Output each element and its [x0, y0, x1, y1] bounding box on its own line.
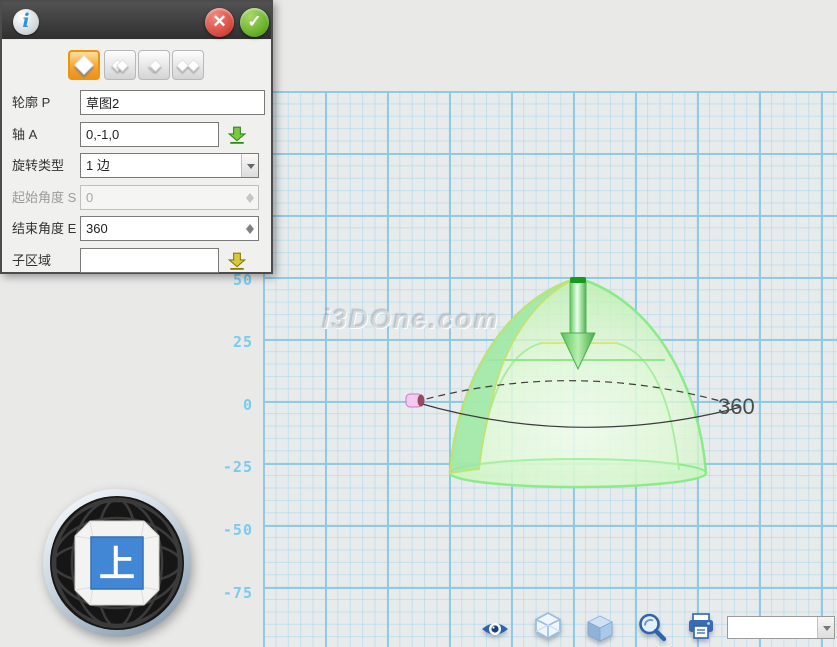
shaded-cube-icon[interactable]	[585, 613, 615, 643]
chevron-down-icon[interactable]	[817, 617, 834, 638]
view-cube-widget[interactable]: 上	[41, 487, 193, 639]
green-pick-arrow-icon[interactable]	[228, 126, 246, 144]
view-select-combobox[interactable]	[727, 616, 835, 639]
revolve-symmetric-icon[interactable]	[138, 50, 170, 80]
modeling-viewport[interactable]	[263, 91, 837, 647]
subregion-label: 子区域	[12, 248, 78, 273]
end-angle-value: 360	[86, 221, 108, 236]
dialog-titlebar: i ✕ ✓	[2, 2, 271, 40]
axis-tick-25: 25	[190, 333, 253, 351]
end-angle-label: 结束角度 E	[12, 216, 78, 241]
start-angle-spinner: 0	[80, 185, 259, 210]
watermark: i3DOne.com	[322, 304, 500, 335]
axis-tick-n50: -50	[190, 521, 253, 539]
axis-tick-n25: -25	[190, 458, 253, 476]
revolve-mode-row	[2, 48, 271, 82]
olive-pick-arrow-icon[interactable]	[228, 252, 246, 270]
axis-tick-n75: -75	[190, 584, 253, 602]
print-icon[interactable]	[686, 612, 716, 642]
revolve-one-side-icon[interactable]	[68, 50, 100, 80]
wireframe-cube-icon[interactable]	[533, 610, 563, 640]
revolve-type-label: 旋转类型	[12, 153, 78, 178]
start-angle-value: 0	[86, 190, 93, 205]
revolve-dialog: i ✕ ✓ 轮廓 P 轴 A 旋转类型	[0, 0, 273, 274]
subregion-input[interactable]	[80, 248, 219, 273]
axis-tick-0: 0	[190, 396, 253, 414]
start-angle-label: 起始角度 S	[12, 185, 78, 210]
info-icon[interactable]: i	[13, 9, 39, 35]
spinner-arrows-icon[interactable]	[244, 219, 256, 239]
end-angle-spinner[interactable]: 360	[80, 216, 259, 241]
revolve-split-icon[interactable]	[172, 50, 204, 80]
profile-label: 轮廓 P	[12, 90, 78, 115]
axis-input[interactable]	[80, 122, 219, 147]
confirm-button[interactable]: ✓	[240, 8, 269, 37]
eye-icon[interactable]	[480, 613, 510, 643]
zoom-icon[interactable]	[637, 612, 667, 642]
revolve-type-value: 1 边	[86, 158, 110, 173]
revolve-two-side-icon[interactable]	[104, 50, 136, 80]
revolve-type-combobox[interactable]: 1 边	[80, 153, 259, 178]
view-cube-face-label: 上	[99, 543, 135, 584]
axis-label: 轴 A	[12, 122, 78, 147]
profile-input[interactable]	[80, 90, 265, 115]
chevron-down-icon[interactable]	[241, 154, 258, 177]
spinner-arrows-icon	[244, 188, 256, 208]
cancel-button[interactable]: ✕	[205, 8, 234, 37]
